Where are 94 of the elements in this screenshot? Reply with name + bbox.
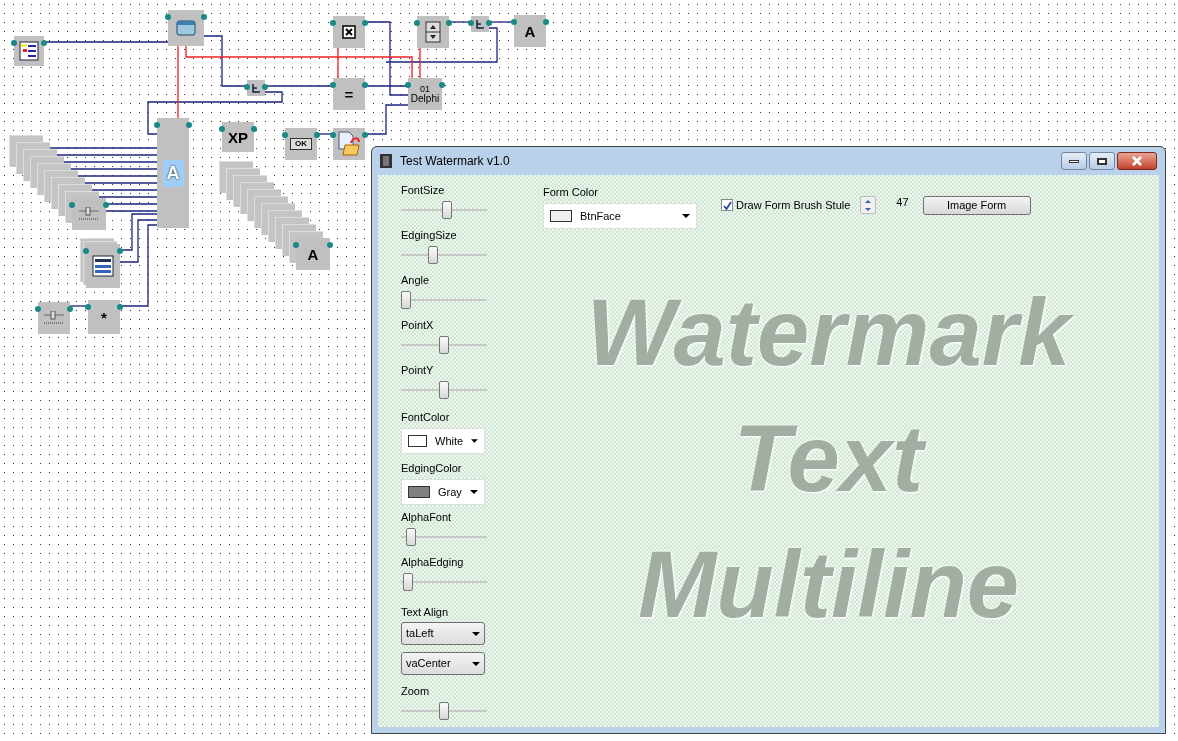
checkbox[interactable]: [721, 199, 733, 211]
slider[interactable]: [401, 571, 487, 593]
minimize-button[interactable]: [1061, 152, 1087, 170]
close-button[interactable]: [1117, 152, 1157, 170]
slider-thumb[interactable]: [402, 573, 413, 591]
slider[interactable]: [401, 289, 487, 311]
spin-button[interactable]: [860, 196, 877, 214]
field-label: FontColor: [401, 410, 451, 425]
slider-icon: [78, 207, 100, 221]
check-icon: [722, 200, 732, 210]
slider[interactable]: [401, 244, 487, 266]
node-label: *: [101, 309, 107, 325]
checkbox-icon: [342, 25, 356, 39]
diagram-node[interactable]: [417, 16, 449, 48]
color-dropdown[interactable]: BtnFace: [543, 203, 697, 229]
image-form-button[interactable]: Image Form: [922, 195, 1031, 215]
slider-label: Angle: [401, 273, 431, 288]
diagram-node[interactable]: [247, 80, 265, 96]
close-icon: [1131, 156, 1143, 166]
slider[interactable]: [401, 379, 487, 401]
color-name: Gray: [438, 484, 462, 500]
slider[interactable]: [401, 334, 487, 356]
diagram-node[interactable]: [168, 10, 204, 46]
maximize-icon: [1097, 157, 1107, 165]
diagram-node[interactable]: =: [333, 78, 365, 110]
diagram-node[interactable]: [333, 128, 365, 160]
open-file-icon: [337, 131, 361, 157]
diagram-node[interactable]: [471, 16, 489, 32]
diagram-node[interactable]: [333, 16, 365, 48]
slider[interactable]: [401, 526, 487, 548]
slider-thumb[interactable]: [405, 528, 416, 546]
form-icon: [19, 41, 39, 61]
node-label: A: [162, 159, 184, 187]
slider-thumb[interactable]: [439, 336, 449, 354]
hub-icon: [251, 83, 261, 93]
watermark-text: Multiline: [637, 537, 1020, 633]
slider[interactable]: [401, 700, 487, 722]
diagram-node[interactable]: OK: [285, 128, 317, 160]
slider-thumb[interactable]: [428, 246, 439, 264]
color-dropdown[interactable]: Gray: [401, 479, 485, 505]
diagram-node[interactable]: 01 Delphi: [408, 78, 442, 110]
diagram-node[interactable]: [14, 36, 44, 66]
brush-style-checkbox[interactable]: Draw Form Brush Stule: [721, 196, 851, 214]
slider-label: PointY: [401, 363, 435, 378]
dropdown[interactable]: vaCenter: [401, 652, 485, 675]
down-arrow-icon: [865, 207, 872, 211]
film-icon: [380, 154, 392, 168]
minimize-icon: [1069, 159, 1079, 163]
diagram-node[interactable]: [86, 244, 120, 288]
window-icon: [176, 20, 196, 36]
color-dropdown[interactable]: White: [401, 428, 485, 454]
color-name: BtnFace: [580, 208, 622, 224]
node-label: =: [344, 86, 354, 102]
list-icon: [92, 255, 114, 277]
slider-label: FontSize: [401, 183, 446, 198]
node-digits: 01: [420, 84, 430, 94]
diagram-node[interactable]: XP: [222, 122, 254, 152]
node-label: A: [524, 23, 536, 39]
diagram-node[interactable]: A: [514, 15, 546, 47]
diagram-node[interactable]: [72, 198, 106, 230]
dropdown[interactable]: taLeft: [401, 622, 485, 645]
slider-icon: [43, 311, 65, 325]
field-label: EdgingColor: [401, 461, 463, 476]
caret-icon: [471, 439, 478, 443]
slider-label: AlphaEdging: [401, 555, 465, 570]
maximize-button[interactable]: [1089, 152, 1115, 170]
ok-label: OK: [290, 138, 312, 150]
hub-icon: [475, 19, 485, 29]
slider-thumb[interactable]: [442, 201, 453, 219]
caret-icon: [470, 490, 478, 494]
up-arrow-icon: [865, 199, 872, 203]
node-label: A: [307, 246, 319, 262]
caret-icon: [472, 631, 480, 636]
diagram-node[interactable]: A: [296, 238, 330, 270]
slider-label: PointX: [401, 318, 435, 333]
field-label: Form Color: [543, 185, 599, 200]
updown-icon: [425, 21, 441, 43]
node-label: XP: [228, 129, 248, 145]
slider-label: AlphaFont: [401, 510, 453, 525]
slider-thumb[interactable]: [439, 702, 449, 720]
slider-label: EdgingSize: [401, 228, 458, 243]
field-label: Text Align: [401, 605, 450, 620]
spin-value: 47: [896, 194, 909, 210]
caret-icon: [472, 661, 480, 666]
slider-thumb[interactable]: [439, 381, 449, 399]
caret-icon: [682, 214, 690, 218]
node-label: Delphi: [410, 93, 440, 104]
diagram-node[interactable]: [38, 302, 70, 334]
slider-thumb[interactable]: [401, 291, 411, 309]
color-name: White: [435, 433, 464, 449]
slider[interactable]: [401, 199, 487, 221]
diagram-node[interactable]: *: [88, 300, 120, 334]
window-title: Test Watermark v1.0: [400, 153, 511, 170]
slider-label: Zoom: [401, 684, 431, 699]
